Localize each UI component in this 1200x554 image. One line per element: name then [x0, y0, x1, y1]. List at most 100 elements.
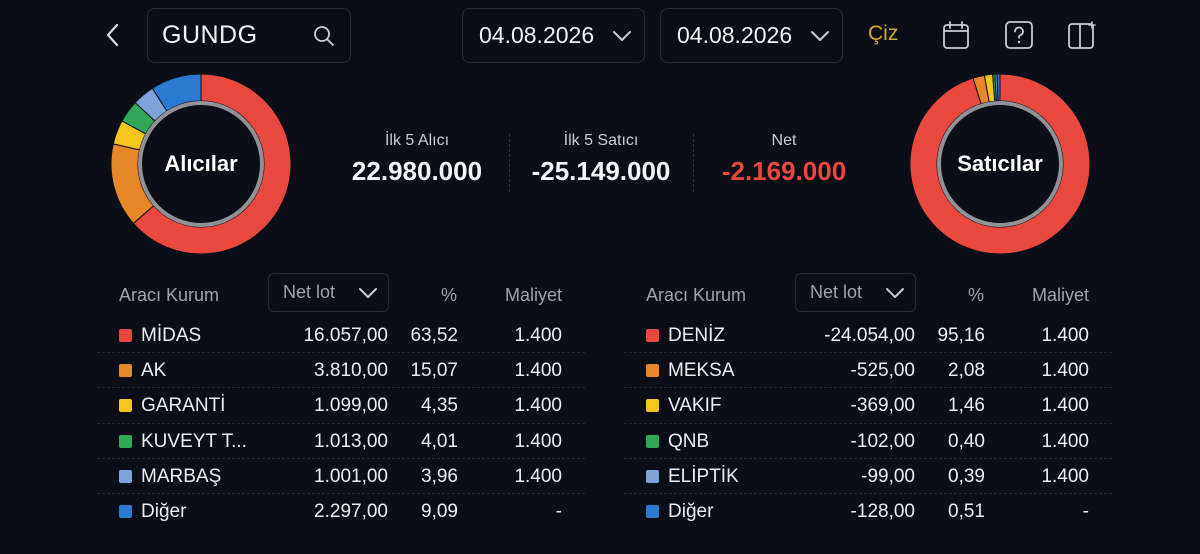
legend-swatch — [646, 504, 659, 518]
legend-swatch — [646, 434, 659, 448]
cost-column-header: Maliyet — [1031, 285, 1089, 305]
net-summary: Net -2.169.000 — [700, 132, 868, 187]
broker-name: Diğer — [668, 500, 714, 522]
percent-value: 0,39 — [948, 465, 985, 487]
top5-buyers-value: 22.980.000 — [351, 156, 483, 186]
net-lot-value: 3.810,00 — [314, 360, 388, 382]
legend-swatch — [119, 364, 132, 378]
table-row[interactable]: VAKIF -369,00 1,46 1.400 — [624, 388, 1112, 424]
net-lot-value: -128,00 — [850, 500, 915, 522]
broker-name: MİDAS — [141, 325, 202, 346]
legend-swatch — [119, 469, 132, 483]
table-row[interactable]: QNB -102,00 0,40 1.400 — [624, 424, 1112, 459]
percent-value: 3,96 — [421, 465, 458, 487]
net-value: -2.169.000 — [721, 156, 847, 186]
cost-value: 1.400 — [1041, 465, 1089, 487]
legend-swatch — [646, 364, 659, 378]
percent-value: 0,40 — [948, 430, 985, 452]
broker-name: GARANTİ — [141, 395, 226, 417]
net-lot-label: Net lot — [810, 282, 863, 302]
sellers-donut-label: Satıcılar — [957, 151, 1043, 176]
cost-value: 1.400 — [514, 430, 562, 452]
legend-swatch — [646, 469, 659, 483]
table-row[interactable]: Diğer -128,00 0,51 - — [624, 494, 1112, 529]
broker-name: DENİZ — [668, 325, 725, 346]
legend-swatch — [646, 399, 659, 413]
net-lot-select[interactable]: Net lot — [795, 273, 916, 312]
cost-value: 1.400 — [1041, 360, 1089, 382]
percent-value: 63,52 — [410, 325, 458, 346]
top5-sellers-summary: İlk 5 Satıcı -25.149.000 — [516, 132, 686, 187]
calendar-icon — [943, 21, 969, 49]
net-lot-value: -369,00 — [850, 395, 915, 417]
chevron-down-icon — [613, 30, 631, 41]
net-lot-value: 1.013,00 — [314, 430, 388, 452]
net-lot-select[interactable]: Net lot — [268, 273, 389, 312]
legend-swatch — [646, 329, 659, 342]
cost-value: 1.400 — [1041, 325, 1089, 346]
table-row[interactable]: MARBAŞ 1.001,00 3,96 1.400 — [97, 459, 585, 494]
table-row[interactable]: KUVEYT T... 1.013,00 4,01 1.400 — [97, 424, 585, 459]
draw-button[interactable]: Çiz — [868, 22, 898, 46]
top5-buyers-label: İlk 5 Alıcı — [384, 132, 450, 149]
broker-name: QNB — [668, 430, 710, 452]
broker-name: KUVEYT T... — [141, 430, 247, 452]
broker-column-header: Aracı Kurum — [646, 285, 747, 305]
date-to-select[interactable]: 04.08.2026 — [660, 8, 843, 63]
layout-toggle-button[interactable] — [1066, 18, 1098, 52]
calendar-button[interactable] — [940, 18, 972, 52]
percent-column-header: % — [440, 285, 457, 305]
search-icon[interactable] — [312, 24, 336, 48]
date-from-select[interactable]: 04.08.2026 — [462, 8, 645, 63]
chevron-down-icon — [886, 287, 904, 298]
percent-value: 1,46 — [948, 395, 985, 417]
net-lot-value: -24.054,00 — [824, 325, 915, 346]
net-label: Net — [771, 132, 797, 149]
help-button[interactable] — [1003, 18, 1035, 52]
net-lot-value: -99,00 — [861, 465, 915, 487]
sellers-table-body: DENİZ -24.054,00 95,16 1.400 MEKSA -525,00 2,0… — [624, 318, 1112, 529]
buyers-donut-label: Alıcılar — [164, 151, 238, 176]
table-row[interactable]: MEKSA -525,00 2,08 1.400 — [624, 353, 1112, 389]
date-from-value: 04.08.2026 — [479, 22, 595, 48]
legend-swatch — [119, 434, 132, 448]
table-row[interactable]: ELİPTİK -99,00 0,39 1.400 — [624, 459, 1112, 494]
symbol-value: GUNDG — [162, 21, 258, 49]
chevron-down-icon — [359, 287, 377, 298]
help-icon — [1005, 21, 1033, 49]
summary-divider — [509, 134, 510, 192]
cost-column-header: Maliyet — [504, 285, 562, 305]
back-chevron-icon — [106, 23, 119, 47]
symbol-search-input[interactable]: GUNDG — [147, 8, 351, 63]
top5-sellers-label: İlk 5 Satıcı — [563, 132, 639, 149]
table-row[interactable]: DENİZ -24.054,00 95,16 1.400 — [624, 318, 1112, 354]
table-row[interactable]: GARANTİ 1.099,00 4,35 1.400 — [97, 388, 585, 424]
percent-value: 9,09 — [421, 500, 458, 522]
percent-column-header: % — [967, 285, 984, 305]
cost-value: 1.400 — [514, 360, 562, 382]
cost-value: - — [1082, 500, 1089, 522]
percent-value: 95,16 — [937, 325, 985, 346]
net-lot-value: 1.099,00 — [314, 395, 388, 417]
net-lot-value: 1.001,00 — [314, 465, 388, 487]
broker-name: VAKIF — [668, 395, 722, 417]
table-row[interactable]: Diğer 2.297,00 9,09 - — [97, 494, 585, 529]
percent-value: 4,35 — [421, 395, 458, 417]
cost-value: 1.400 — [1041, 395, 1089, 417]
back-button[interactable] — [98, 18, 128, 52]
net-lot-value: 2.297,00 — [314, 500, 388, 522]
layout-toggle-icon — [1068, 21, 1096, 49]
table-header: Aracı Kurum Net lot % Maliyet — [624, 270, 1112, 318]
broker-name: Diğer — [141, 500, 187, 522]
percent-value: 4,01 — [421, 430, 458, 452]
net-lot-label: Net lot — [283, 282, 336, 302]
percent-value: 2,08 — [948, 360, 985, 382]
table-row[interactable]: AK 3.810,00 15,07 1.400 — [97, 353, 585, 389]
table-row[interactable]: MİDAS 16.057,00 63,52 1.400 — [97, 318, 585, 354]
buyers-donut-chart: Alıcılar — [110, 73, 292, 255]
legend-swatch — [119, 399, 132, 413]
broker-name: AK — [141, 360, 167, 382]
broker-name: MARBAŞ — [141, 465, 222, 487]
buyers-table-body: MİDAS 16.057,00 63,52 1.400 AK 3.810,00 15,07 1… — [97, 318, 585, 529]
buyers-table: Aracı Kurum Net lot % Maliyet MİDAS 16.05… — [97, 270, 585, 529]
